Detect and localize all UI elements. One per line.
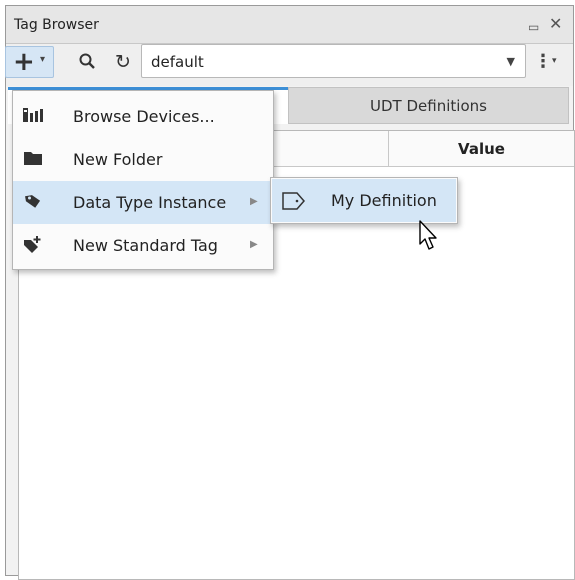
add-tag-button[interactable]: + ▾ [5, 46, 54, 78]
submenu-item-label: My Definition [331, 191, 437, 210]
mouse-cursor-icon [419, 220, 437, 250]
submenu-arrow-icon: ▶ [250, 196, 258, 207]
menu-item-data-type-instance[interactable]: Data Type Instance ▶ [13, 181, 273, 224]
refresh-icon[interactable]: ↻ [115, 51, 131, 73]
tab-udt-label: UDT Definitions [370, 97, 487, 115]
folder-icon [23, 150, 43, 168]
add-tag-menu: Browse Devices... New Folder Data Type I… [12, 90, 274, 270]
more-options-icon[interactable]: ⋮ [534, 51, 552, 72]
udt-tag-icon [282, 192, 306, 214]
menu-item-label: Data Type Instance [73, 193, 227, 212]
search-icon[interactable] [78, 52, 96, 74]
tag-provider-value: default [151, 53, 204, 71]
panel-title: Tag Browser [14, 17, 99, 33]
submenu-item-my-definition[interactable]: My Definition [272, 179, 456, 222]
add-tag-icon [23, 236, 43, 254]
menu-item-new-standard-tag[interactable]: New Standard Tag ▶ [13, 224, 273, 267]
menu-item-label: New Folder [73, 150, 163, 169]
close-icon[interactable]: ✕ [549, 15, 562, 33]
devices-icon [23, 107, 43, 125]
value-column-header[interactable]: Value [389, 140, 574, 158]
restore-window-icon[interactable]: ▭ [528, 18, 539, 36]
plus-icon: + [13, 47, 35, 77]
chevron-down-icon: ▼ [506, 55, 515, 68]
data-type-submenu: My Definition [270, 177, 458, 224]
panel-titlebar: Tag Browser ▭ ✕ [6, 6, 573, 44]
submenu-arrow-icon: ▶ [250, 239, 258, 250]
tag-icon [23, 193, 43, 211]
menu-item-new-folder[interactable]: New Folder [13, 138, 273, 181]
tab-udt-definitions[interactable]: UDT Definitions [288, 87, 569, 124]
tag-provider-select[interactable]: default ▼ [141, 44, 526, 78]
chevron-down-icon[interactable]: ▾ [552, 56, 557, 66]
menu-item-browse-devices[interactable]: Browse Devices... [13, 95, 273, 138]
menu-item-label: New Standard Tag [73, 236, 218, 255]
chevron-down-icon: ▾ [40, 54, 46, 65]
menu-item-label: Browse Devices... [73, 107, 215, 126]
